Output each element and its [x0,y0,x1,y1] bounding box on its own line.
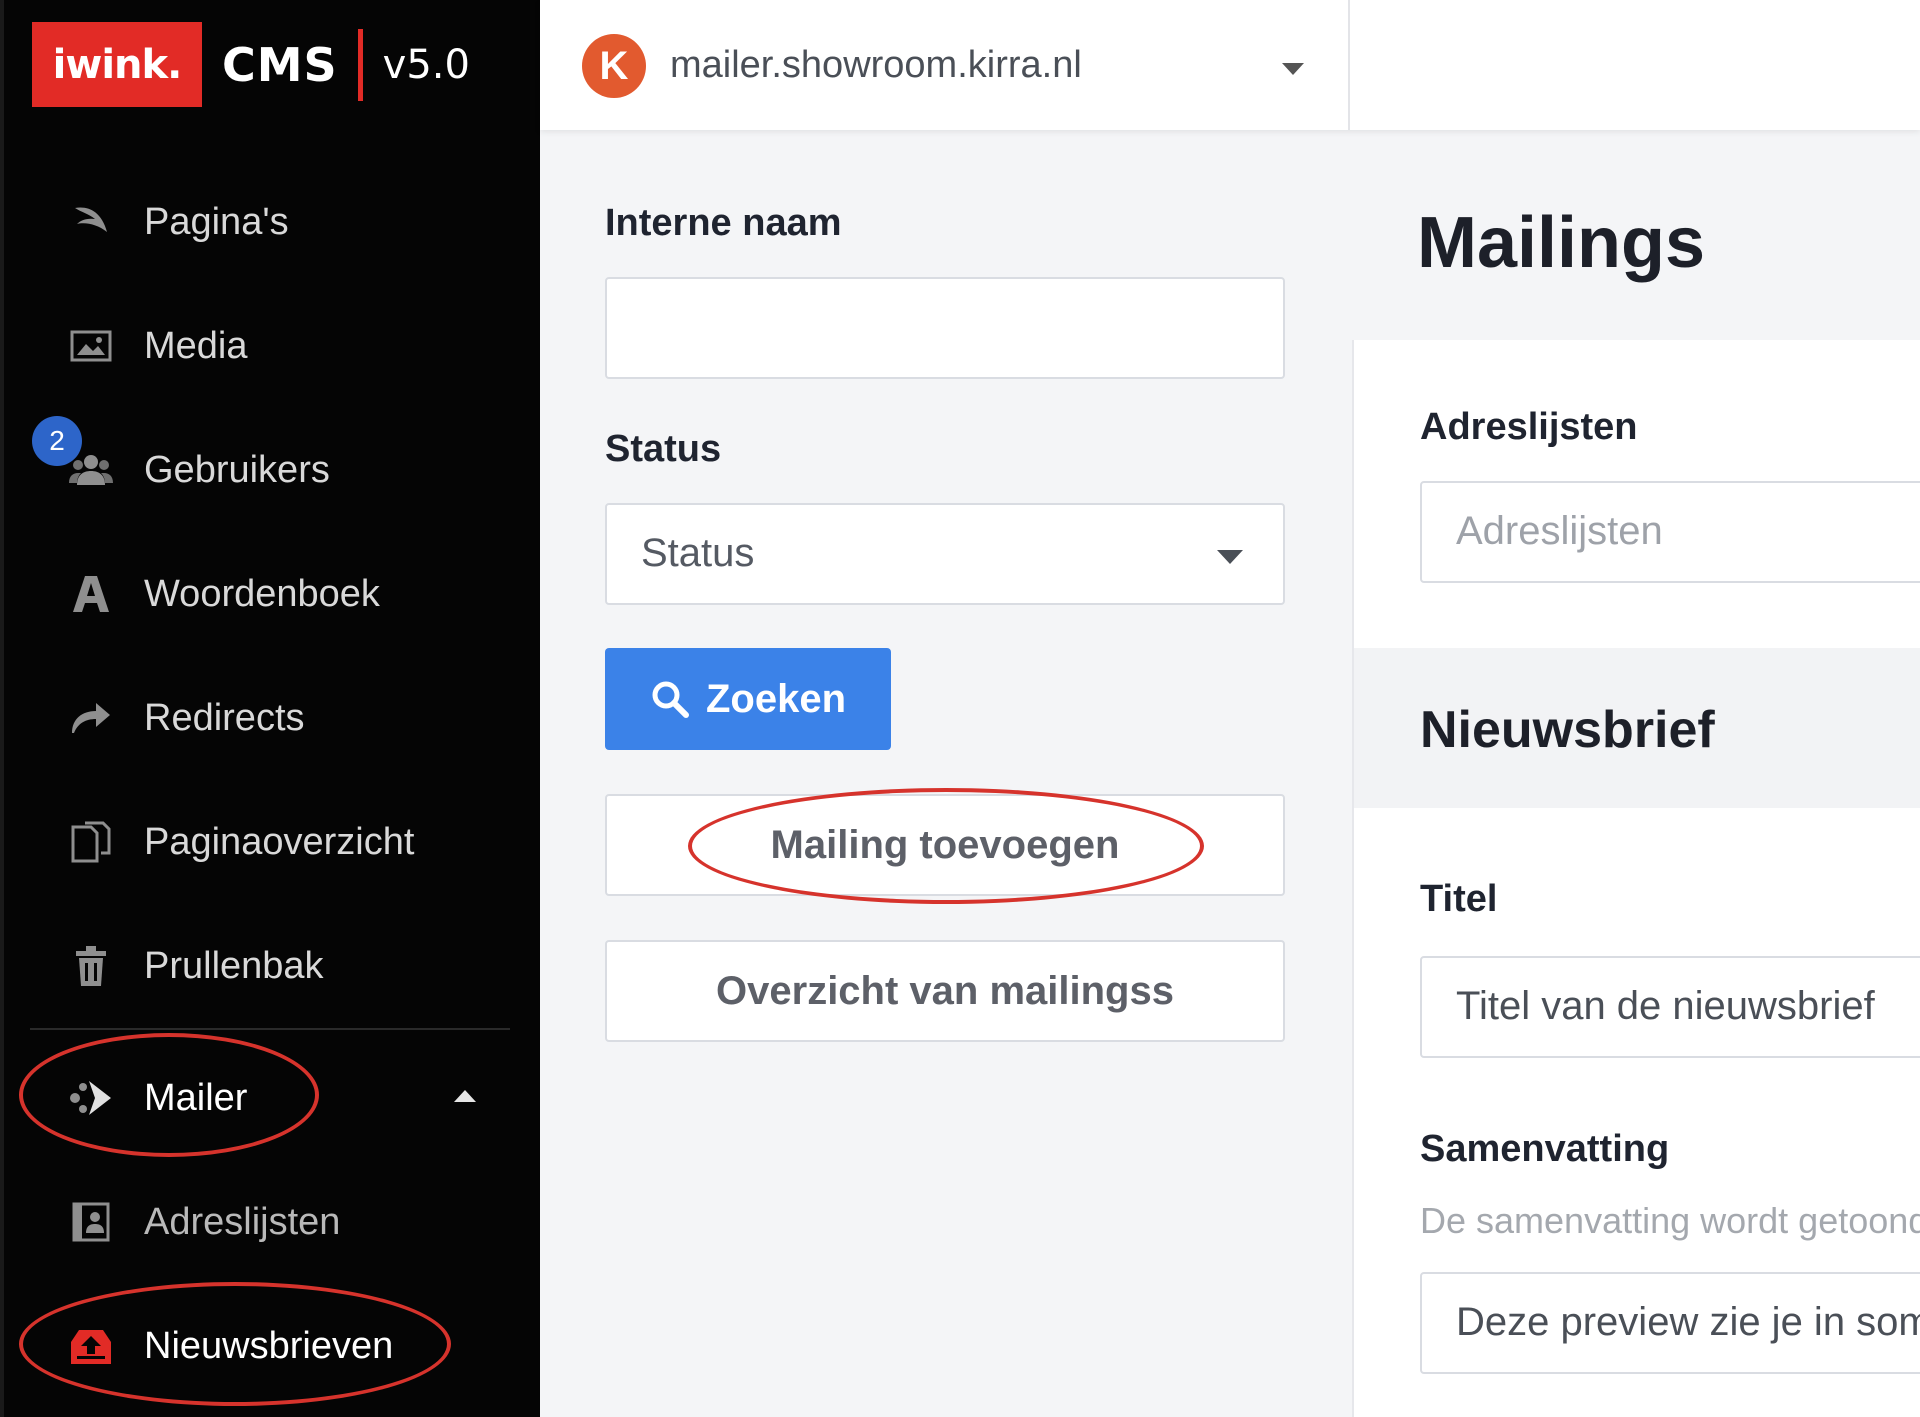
leaf-icon [68,199,114,245]
sidebar-item-label: Paginaoverzicht [144,820,415,863]
mailer-icon [68,1075,114,1121]
site-selector[interactable]: K mailer.showroom.kirra.nl [540,0,1350,130]
brand-divider [357,28,363,101]
sidebar-item-label: Media [144,324,248,367]
sidebar-item-redirects[interactable]: Redirects [0,683,540,753]
newsletter-card: Titel Titel van de nieuwsbrief Samenvatt… [1352,808,1920,1417]
sidebar-item-nieuwsbrieven[interactable]: Nieuwsbrieven [0,1311,540,1381]
notification-badge: 2 [32,416,82,466]
chevron-down-icon [1282,63,1304,75]
product-name: CMS [222,37,338,92]
letter-a-icon [68,571,114,617]
sidebar-item-label: Mailer [144,1076,248,1119]
sidebar-item-label: Gebruikers [144,448,330,491]
title-placeholder: Titel van de nieuwsbrief [1456,984,1875,1028]
sidebar-item-woordenboek[interactable]: Woordenboek [0,559,540,629]
address-book-icon [68,1199,114,1245]
sidebar: iwink. CMS v5.0 Pagina's Media Gebruiker… [0,0,540,1417]
chevron-down-icon [1217,550,1243,564]
sidebar-item-paginaoverzicht[interactable]: Paginaoverzicht [0,807,540,877]
search-button-label: Zoeken [705,676,847,721]
sidebar-item-label: Redirects [144,696,305,739]
mailing-overview-label: Overzicht van mailingss [716,968,1174,1013]
search-icon [652,681,689,718]
search-button[interactable]: Zoeken [605,648,891,750]
add-mailing-button[interactable]: Mailing toevoegen [605,794,1285,896]
image-icon [68,323,114,369]
site-name: mailer.showroom.kirra.nl [670,44,1082,86]
summary-value: Deze preview zie je in sommige mailprogr… [1456,1300,1920,1344]
newsletter-section-header: Nieuwsbrief [1352,648,1920,808]
sidebar-item-adreslijsten[interactable]: Adreslijsten [0,1187,540,1257]
title-input[interactable]: Titel van de nieuwsbrief [1420,956,1920,1058]
redirect-arrow-icon [68,695,114,741]
internal-name-label: Interne naam [605,202,842,244]
status-label: Status [605,428,722,470]
sidebar-divider [30,1028,510,1030]
summary-label: Samenvatting [1420,1128,1670,1170]
address-lists-input[interactable]: Adreslijsten [1420,481,1920,583]
sidebar-item-label: Pagina's [144,200,289,243]
add-mailing-label: Mailing toevoegen [770,822,1120,867]
sidebar-item-label: Prullenbak [144,944,324,987]
iwink-logo: iwink. [32,22,202,107]
mailing-overview-button[interactable]: Overzicht van mailingss [605,940,1285,1042]
address-lists-label: Adreslijsten [1420,406,1638,448]
newsletter-icon [68,1323,114,1369]
status-select-value: Status [641,531,755,575]
section-title: Nieuwsbrief [1420,701,1715,759]
pages-icon [68,819,114,865]
brand[interactable]: iwink. CMS v5.0 [32,22,470,107]
sidebar-item-label: Adreslijsten [144,1200,341,1243]
sidebar-item-label: Nieuwsbrieven [144,1324,394,1367]
summary-input[interactable]: Deze preview zie je in sommige mailprogr… [1420,1272,1920,1374]
chevron-up-icon[interactable] [454,1090,476,1102]
page-title: Mailings [1417,203,1706,283]
title-label: Titel [1420,878,1498,920]
address-lists-card: Adreslijsten Adreslijsten [1352,340,1920,648]
address-lists-placeholder: Adreslijsten [1456,509,1663,553]
sidebar-item-prullenbak[interactable]: Prullenbak [0,931,540,1001]
trash-icon [68,943,114,989]
site-avatar: K [582,34,646,98]
sidebar-item-media[interactable]: Media [0,311,540,381]
version-label: v5.0 [382,41,470,88]
status-select[interactable]: Status [605,503,1285,605]
sidebar-item-label: Woordenboek [144,572,380,615]
sidebar-item-paginas[interactable]: Pagina's [0,187,540,257]
topbar: K mailer.showroom.kirra.nl [540,0,1920,130]
internal-name-input[interactable] [605,277,1285,379]
summary-hint: De samenvatting wordt getoond [1420,1200,1920,1241]
